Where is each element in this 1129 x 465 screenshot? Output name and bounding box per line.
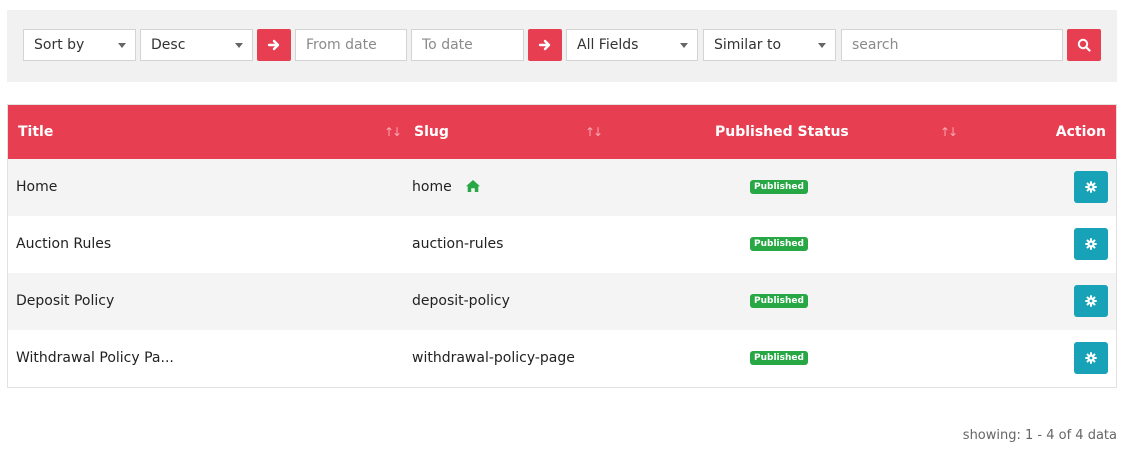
sort-arrows-icon[interactable]: ↑↓ <box>585 105 603 159</box>
arrow-right-icon <box>267 39 280 51</box>
from-date-placeholder: From date <box>306 37 377 53</box>
filter-bar: Sort by Desc From date To date All Field… <box>7 10 1117 82</box>
field-select[interactable]: All Fields <box>566 29 698 61</box>
header-slug[interactable]: Slug <box>414 105 449 159</box>
chevron-down-icon <box>818 43 826 48</box>
home-icon <box>466 180 480 192</box>
table-header: Title ↑↓ Slug ↑↓ Published Status ↑↓ Act… <box>8 105 1116 159</box>
match-label: Similar to <box>714 37 782 53</box>
pagination-summary: showing: 1 - 4 of 4 data <box>962 428 1117 443</box>
apply-sort-button[interactable] <box>257 29 291 61</box>
apply-date-button[interactable] <box>528 29 562 61</box>
row-action-button[interactable] <box>1074 285 1108 317</box>
row-slug: home <box>412 179 452 195</box>
status-badge: Published <box>750 180 808 194</box>
from-date-input[interactable]: From date <box>295 29 407 61</box>
row-title: Home <box>16 179 58 195</box>
status-badge: Published <box>750 294 808 308</box>
sort-arrows-icon[interactable]: ↑↓ <box>384 105 402 159</box>
sort-by-label: Sort by <box>34 37 85 53</box>
table-row: Auction Rules auction-rules Published <box>8 216 1116 273</box>
to-date-input[interactable]: To date <box>411 29 524 61</box>
header-action: Action <box>1055 124 1106 140</box>
table-row: Withdrawal Policy Pa... withdrawal-polic… <box>8 330 1116 387</box>
chevron-down-icon <box>680 43 688 48</box>
gear-icon <box>1085 181 1097 193</box>
field-label: All Fields <box>577 37 639 53</box>
status-badge: Published <box>750 237 808 251</box>
table-row: Home home Published <box>8 159 1116 216</box>
table-row: Deposit Policy deposit-policy Published <box>8 273 1116 330</box>
row-action-button[interactable] <box>1074 171 1108 203</box>
pages-table: Title ↑↓ Slug ↑↓ Published Status ↑↓ Act… <box>7 104 1117 388</box>
gear-icon <box>1085 238 1097 250</box>
header-status[interactable]: Published Status <box>715 105 849 159</box>
row-title: Auction Rules <box>16 236 112 252</box>
header-title[interactable]: Title <box>18 105 53 159</box>
gear-icon <box>1085 295 1097 307</box>
row-slug: auction-rules <box>412 236 504 252</box>
row-slug: deposit-policy <box>412 293 510 309</box>
search-icon <box>1077 38 1091 52</box>
row-action-button[interactable] <box>1074 228 1108 260</box>
chevron-down-icon <box>118 43 126 48</box>
arrow-right-icon <box>538 39 551 51</box>
row-action-button[interactable] <box>1074 342 1108 374</box>
chevron-down-icon <box>235 43 243 48</box>
sort-arrows-icon[interactable]: ↑↓ <box>940 105 958 159</box>
search-input[interactable]: search <box>841 29 1063 61</box>
to-date-placeholder: To date <box>422 37 473 53</box>
row-title: Withdrawal Policy Pa... <box>16 350 174 366</box>
gear-icon <box>1085 352 1097 364</box>
match-select[interactable]: Similar to <box>703 29 836 61</box>
search-placeholder: search <box>852 37 899 53</box>
order-select[interactable]: Desc <box>140 29 253 61</box>
search-button[interactable] <box>1067 29 1101 61</box>
sort-by-select[interactable]: Sort by <box>23 29 136 61</box>
row-slug: withdrawal-policy-page <box>412 350 575 366</box>
row-title: Deposit Policy <box>16 293 115 309</box>
order-label: Desc <box>151 37 186 53</box>
status-badge: Published <box>750 351 808 365</box>
